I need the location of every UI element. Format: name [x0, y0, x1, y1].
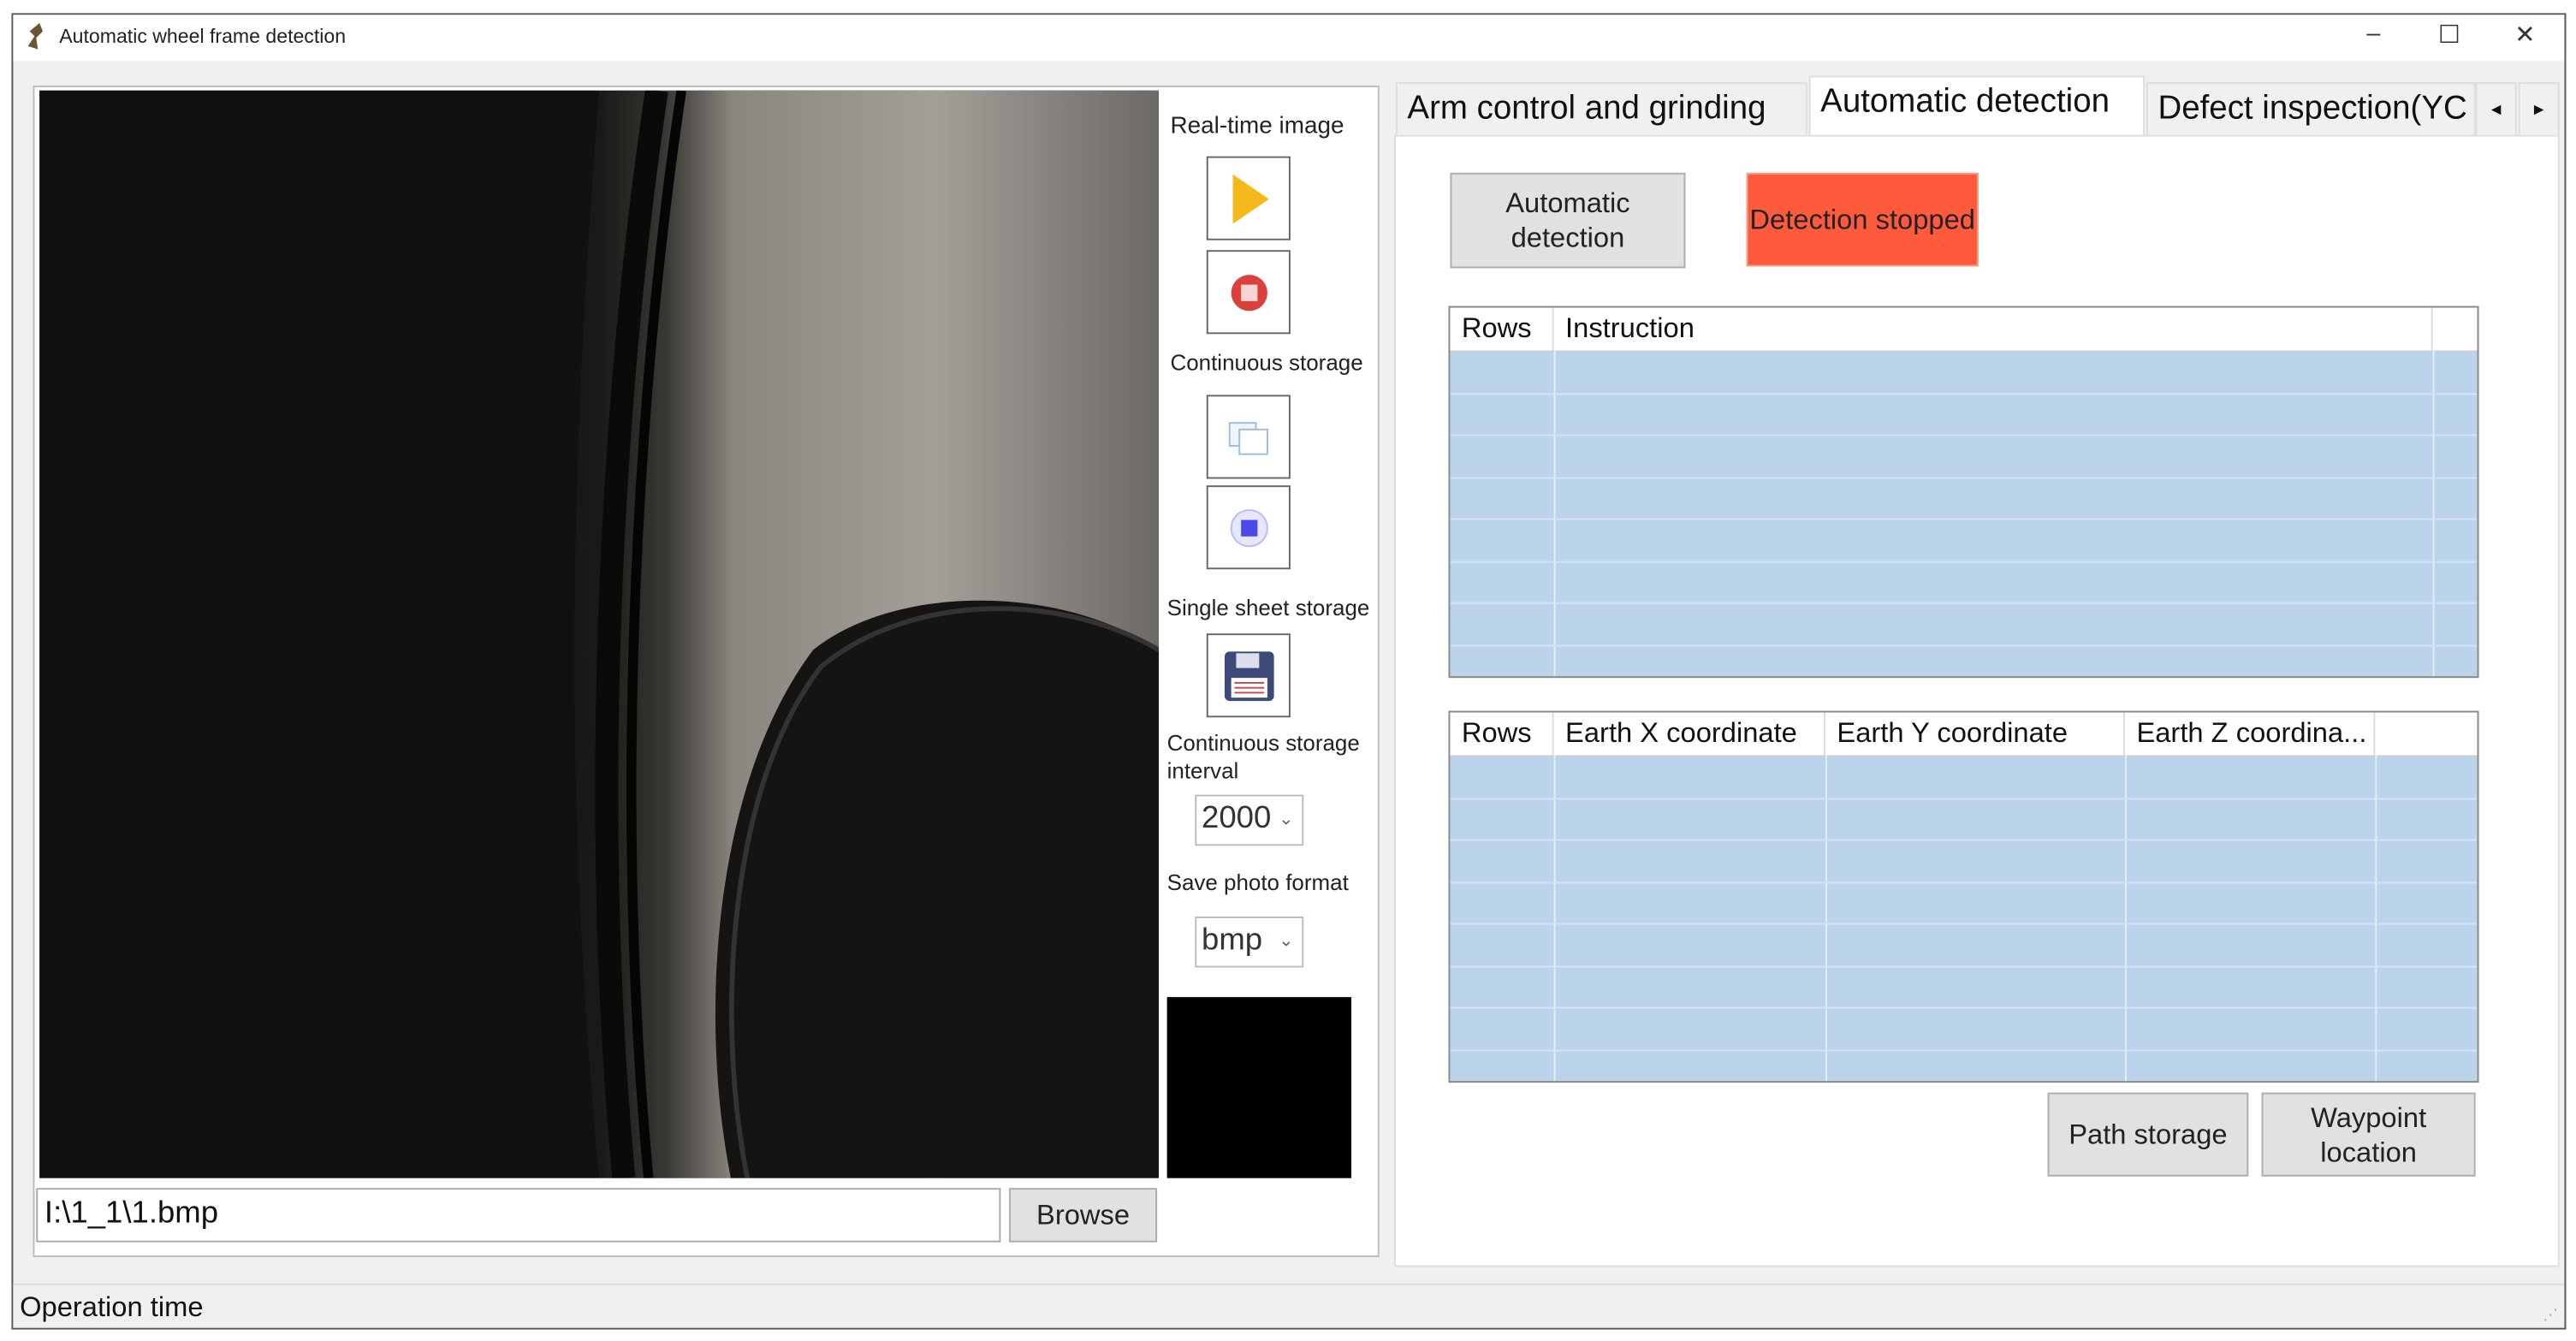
- interval-select[interactable]: 2000 ⌄: [1195, 794, 1304, 846]
- path-storage-button[interactable]: Path storage: [2047, 1092, 2249, 1177]
- interval-label: Continuous storage interval: [1166, 730, 1360, 784]
- camera-image: [39, 90, 1160, 1178]
- table-row[interactable]: [1450, 602, 2478, 604]
- image-path-input[interactable]: I:\1_1\1.bmp: [36, 1188, 1001, 1243]
- table-row[interactable]: [1450, 392, 2478, 395]
- format-label: Save photo format: [1166, 870, 1349, 895]
- stop-button[interactable]: [1206, 250, 1291, 335]
- automatic-detection-button[interactable]: Automatic detection: [1450, 172, 1686, 269]
- continuous-start-button[interactable]: [1206, 395, 1291, 479]
- realtime-label: Real-time image: [1170, 113, 1344, 140]
- table-row[interactable]: [1450, 881, 2478, 883]
- operation-time-label: Operation time: [20, 1291, 204, 1323]
- single-storage-label: Single sheet storage: [1166, 596, 1370, 620]
- waypoint-location-button[interactable]: Waypoint location: [2261, 1092, 2476, 1177]
- preview-thumbnail: [1166, 997, 1352, 1178]
- column-header-earth-y[interactable]: Earth Y coordinate: [1825, 712, 2125, 756]
- close-button[interactable]: ✕: [2508, 20, 2541, 50]
- table-row[interactable]: [1450, 1006, 2478, 1009]
- play-icon: [1232, 173, 1268, 223]
- tab-defect-inspection[interactable]: Defect inspection(YC: [2146, 82, 2476, 139]
- window-title: Automatic wheel frame detection: [59, 24, 347, 48]
- continuous-storage-label: Continuous storage: [1170, 350, 1363, 376]
- table-row[interactable]: [1450, 964, 2478, 967]
- table-header: Rows Instruction: [1450, 307, 2478, 353]
- tab-automatic-detection[interactable]: Automatic detection: [1808, 75, 2146, 139]
- chevron-down-icon: ⌄: [1278, 809, 1294, 830]
- app-window: Automatic wheel frame detection – ☐ ✕ I:…: [0, 0, 2576, 1341]
- app-icon: [27, 22, 44, 50]
- table-row[interactable]: [1450, 797, 2478, 799]
- column-header-earth-z[interactable]: Earth Z coordina...: [2125, 712, 2376, 756]
- table-row[interactable]: [1450, 1048, 2478, 1051]
- floppy-save-icon: [1223, 650, 1273, 701]
- browse-button[interactable]: Browse: [1008, 1188, 1158, 1243]
- save-single-button[interactable]: [1206, 633, 1291, 718]
- table-row[interactable]: [1450, 476, 2478, 478]
- table-row[interactable]: [1450, 560, 2478, 562]
- maximize-button[interactable]: ☐: [2433, 20, 2466, 50]
- table-row[interactable]: [1450, 839, 2478, 841]
- column-header-rows[interactable]: Rows: [1450, 307, 1554, 351]
- table-row[interactable]: [1450, 923, 2478, 925]
- tab-scroll-left[interactable]: ◂: [2475, 82, 2517, 139]
- table-row[interactable]: [1450, 434, 2478, 436]
- title-bar: [13, 15, 2565, 62]
- status-bar: Operation time: [13, 1283, 2565, 1328]
- interval-value: 2000: [1202, 801, 1272, 836]
- detection-stopped-button[interactable]: Detection stopped: [1746, 172, 1979, 267]
- play-button[interactable]: [1206, 156, 1291, 240]
- stop-icon: [1230, 274, 1267, 311]
- table-header: Rows Earth X coordinate Earth Y coordina…: [1450, 712, 2478, 757]
- column-header-rows[interactable]: Rows: [1450, 712, 1554, 756]
- column-header-instruction[interactable]: Instruction: [1554, 307, 2433, 351]
- table-row[interactable]: [1450, 518, 2478, 520]
- column-header-earth-x[interactable]: Earth X coordinate: [1554, 712, 1825, 756]
- format-value: bmp: [1202, 923, 1263, 958]
- record-stop-icon: [1229, 508, 1267, 547]
- tab-scroll-right[interactable]: ▸: [2518, 82, 2560, 139]
- tab-arm-control[interactable]: Arm control and grinding: [1395, 82, 1807, 139]
- instruction-table[interactable]: Rows Instruction: [1448, 306, 2479, 679]
- minimize-button[interactable]: –: [2357, 20, 2389, 48]
- resize-grip-icon[interactable]: ⋰: [2543, 1307, 2557, 1325]
- chevron-down-icon: ⌄: [1278, 931, 1294, 952]
- table-row[interactable]: [1450, 644, 2478, 646]
- format-select[interactable]: bmp ⌄: [1195, 916, 1304, 968]
- coordinate-table[interactable]: Rows Earth X coordinate Earth Y coordina…: [1448, 710, 2479, 1083]
- copy-icon: [1227, 421, 1267, 454]
- continuous-stop-button[interactable]: [1206, 485, 1291, 570]
